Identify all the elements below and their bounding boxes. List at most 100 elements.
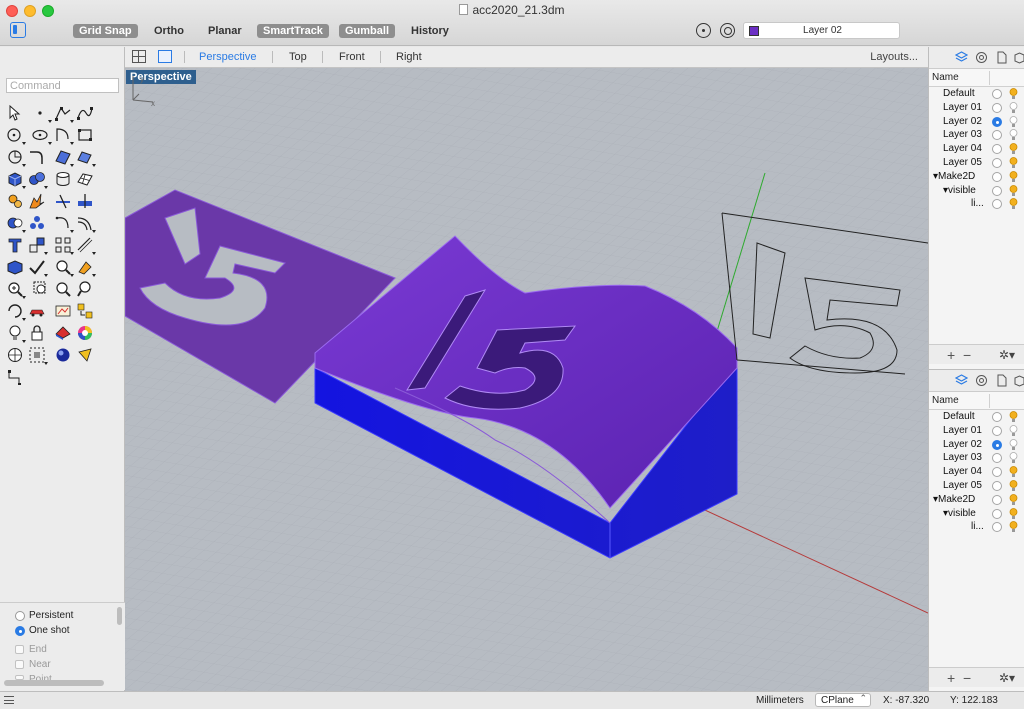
- light-bulb-icon[interactable]: [1009, 411, 1018, 423]
- direction-icon[interactable]: [76, 346, 94, 364]
- control-points-icon[interactable]: [6, 368, 24, 386]
- remove-layer-button[interactable]: −: [963, 670, 971, 686]
- sphere-material-icon[interactable]: [54, 346, 72, 364]
- box-icon[interactable]: [6, 170, 26, 189]
- paint-icon[interactable]: [76, 258, 96, 277]
- light-bulb-icon[interactable]: [1009, 101, 1018, 114]
- four-viewports-icon[interactable]: [132, 50, 146, 63]
- current-layer-radio[interactable]: [992, 158, 1002, 168]
- current-layer-radio[interactable]: [992, 171, 1002, 182]
- light-bulb-icon[interactable]: [1009, 88, 1018, 100]
- properties-icon[interactable]: [6, 346, 24, 364]
- layer-row[interactable]: Layer 01: [929, 425, 1024, 438]
- history-button[interactable]: History: [405, 24, 455, 38]
- mesh-icon[interactable]: [76, 170, 94, 188]
- current-layer-radio[interactable]: [992, 425, 1002, 436]
- light-bulb-icon[interactable]: [1009, 480, 1018, 492]
- light-bulb-icon[interactable]: [1009, 198, 1018, 210]
- curve-icon[interactable]: [76, 104, 94, 122]
- current-layer-radio[interactable]: [992, 144, 1002, 155]
- layers-tab-icon[interactable]: [955, 374, 968, 387]
- light-bulb-icon[interactable]: [1009, 170, 1018, 183]
- light-bulb-icon[interactable]: [1009, 115, 1018, 128]
- light-bulb-icon[interactable]: [1009, 143, 1018, 155]
- color-wheel-icon[interactable]: [76, 324, 94, 342]
- trim-icon[interactable]: [54, 192, 72, 210]
- document-tab-icon[interactable]: [995, 374, 1008, 387]
- surface-from-curves-icon[interactable]: [54, 148, 74, 167]
- current-layer-radio[interactable]: [992, 412, 1002, 422]
- layer-row[interactable]: ▾Make2D: [929, 494, 1024, 507]
- layer-row[interactable]: Layer 04: [929, 143, 1024, 156]
- join-curves-icon[interactable]: [54, 214, 74, 233]
- offset-icon[interactable]: [76, 214, 96, 233]
- array-icon[interactable]: [54, 236, 74, 255]
- tab-front[interactable]: Front: [339, 51, 365, 63]
- fillet-icon[interactable]: [6, 148, 26, 167]
- light-bulb-icon[interactable]: [1009, 452, 1018, 464]
- layer-row[interactable]: Layer 05: [929, 157, 1024, 170]
- layer-row[interactable]: li...: [929, 198, 1024, 211]
- cplane-select[interactable]: CPlane: [815, 693, 871, 707]
- toolbar-scrollbar[interactable]: [4, 680, 104, 686]
- rotate-view-icon[interactable]: [6, 302, 26, 321]
- grid-snap-button[interactable]: Grid Snap: [73, 24, 138, 38]
- one-shot-radio[interactable]: [15, 626, 25, 636]
- layer-row[interactable]: Layer 03: [929, 129, 1024, 142]
- tab-right[interactable]: Right: [396, 51, 422, 63]
- tab-top[interactable]: Top: [289, 51, 307, 63]
- light-bulb-icon[interactable]: [1009, 129, 1018, 141]
- add-layer-button[interactable]: +: [947, 670, 955, 686]
- persistent-radio[interactable]: [15, 611, 25, 621]
- check-icon[interactable]: [28, 258, 48, 277]
- tab-perspective[interactable]: Perspective: [199, 51, 256, 63]
- layer-row[interactable]: ▾visible: [929, 185, 1024, 198]
- display-tab-icon[interactable]: [975, 51, 988, 64]
- smarttrack-button[interactable]: SmartTrack: [257, 24, 329, 38]
- light-bulb-icon[interactable]: [1009, 184, 1018, 197]
- sidebar-toggle-icon[interactable]: [10, 22, 26, 38]
- add-layer-button[interactable]: +: [947, 347, 955, 363]
- layer-row[interactable]: Layer 02: [929, 116, 1024, 129]
- current-layer-radio[interactable]: [992, 199, 1002, 210]
- layers-tab-icon[interactable]: [955, 51, 968, 64]
- single-viewport-icon[interactable]: [158, 50, 172, 63]
- explode-icon[interactable]: [28, 192, 46, 210]
- osnap-scrollbar[interactable]: [117, 607, 122, 625]
- split-icon[interactable]: [76, 192, 94, 210]
- light-bulb-icon[interactable]: [1009, 438, 1018, 451]
- ellipse-icon[interactable]: [32, 126, 52, 145]
- light-bulb-icon[interactable]: [1009, 493, 1018, 506]
- cylinder-icon[interactable]: [54, 170, 72, 188]
- light-bulb-icon[interactable]: [1009, 157, 1018, 169]
- target-icon[interactable]: [720, 23, 735, 38]
- material-icon[interactable]: [54, 324, 72, 342]
- command-input[interactable]: [6, 78, 119, 93]
- current-layer-radio[interactable]: [992, 185, 1002, 196]
- circle-icon[interactable]: [6, 126, 26, 145]
- zoom-extents-icon[interactable]: [32, 280, 50, 298]
- zoom-window-icon[interactable]: [6, 280, 26, 299]
- render-icon[interactable]: [28, 302, 46, 320]
- gears-icon[interactable]: [6, 192, 24, 210]
- end-checkbox[interactable]: [15, 645, 24, 654]
- group-icon[interactable]: [28, 214, 46, 232]
- gear-icon[interactable]: ✲▾: [999, 348, 1015, 362]
- text-icon[interactable]: [6, 236, 24, 254]
- zoom-selected-icon[interactable]: [54, 280, 72, 298]
- dimension-icon[interactable]: [76, 236, 96, 255]
- map-icon[interactable]: [54, 302, 72, 320]
- light-bulb-icon[interactable]: [1009, 507, 1018, 520]
- layer-row[interactable]: Layer 03: [929, 452, 1024, 465]
- current-layer-radio[interactable]: [992, 89, 1002, 99]
- layer-row[interactable]: ▾Make2D: [929, 171, 1024, 184]
- current-layer-radio[interactable]: [992, 508, 1002, 519]
- layer-row[interactable]: ▾visible: [929, 508, 1024, 521]
- arc-icon[interactable]: [54, 126, 74, 145]
- document-tab-icon[interactable]: [995, 51, 1008, 64]
- current-layer-radio[interactable]: [992, 453, 1002, 464]
- current-layer-radio[interactable]: [992, 522, 1002, 533]
- spheres-icon[interactable]: [28, 170, 48, 189]
- boolean-icon[interactable]: [6, 214, 26, 233]
- osnap-pin-icon[interactable]: [696, 23, 711, 38]
